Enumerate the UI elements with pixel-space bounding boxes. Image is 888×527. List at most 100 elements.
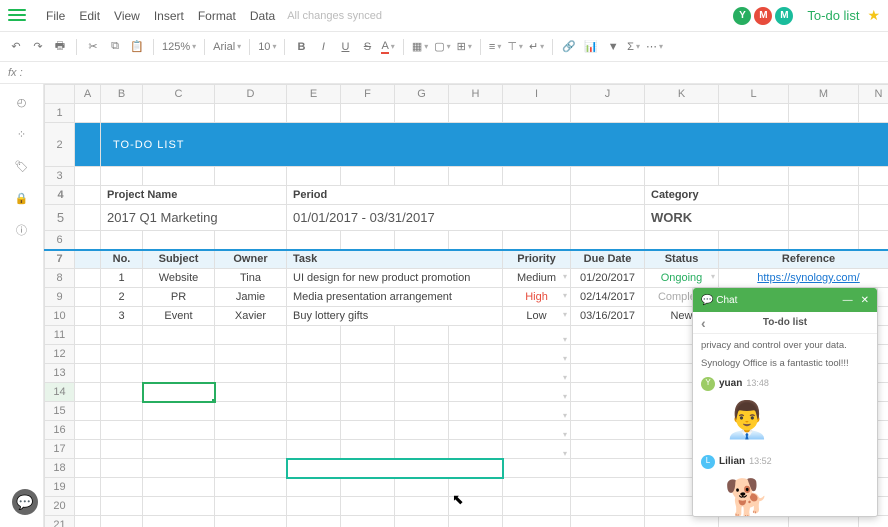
cell[interactable] xyxy=(215,440,287,459)
row-header[interactable]: 14 xyxy=(45,383,75,402)
cell[interactable] xyxy=(75,250,101,269)
cell[interactable] xyxy=(215,104,287,123)
cell[interactable] xyxy=(75,364,101,383)
cell[interactable] xyxy=(859,167,888,186)
cell[interactable]: Tina xyxy=(215,269,287,288)
cell[interactable] xyxy=(75,307,101,326)
cell[interactable] xyxy=(215,364,287,383)
more-icon[interactable]: ⋯▾ xyxy=(646,40,663,53)
cell[interactable]: Project Name xyxy=(101,186,287,205)
cell[interactable] xyxy=(449,383,503,402)
cell[interactable] xyxy=(287,478,341,497)
cell[interactable] xyxy=(503,421,571,440)
cell[interactable]: WORK xyxy=(645,205,789,231)
cell[interactable] xyxy=(503,104,571,123)
user-avatar[interactable]: M xyxy=(775,7,793,25)
user-avatar[interactable]: Y xyxy=(733,7,751,25)
cell[interactable] xyxy=(101,497,143,516)
cell[interactable] xyxy=(75,326,101,345)
merge-icon[interactable]: ⊞▾ xyxy=(457,40,472,53)
cell[interactable]: High xyxy=(503,288,571,307)
cell[interactable] xyxy=(395,421,449,440)
cell[interactable]: Jamie xyxy=(215,288,287,307)
cell[interactable] xyxy=(341,326,395,345)
cell[interactable]: Due Date xyxy=(571,250,645,269)
cell[interactable] xyxy=(859,186,888,205)
cell[interactable] xyxy=(449,345,503,364)
cell[interactable] xyxy=(75,104,101,123)
cell[interactable]: Status xyxy=(645,250,719,269)
row-header[interactable]: 15 xyxy=(45,402,75,421)
column-header[interactable]: G xyxy=(395,85,449,104)
row-header[interactable]: 11 xyxy=(45,326,75,345)
cell[interactable] xyxy=(75,345,101,364)
cell[interactable] xyxy=(101,383,143,402)
cell[interactable] xyxy=(143,478,215,497)
cut-icon[interactable]: ✂ xyxy=(85,39,101,55)
cell[interactable] xyxy=(75,288,101,307)
align-v-icon[interactable]: ⊤▾ xyxy=(507,40,523,53)
cell[interactable] xyxy=(571,440,645,459)
cell[interactable]: Media presentation arrangement xyxy=(287,288,503,307)
column-header[interactable]: K xyxy=(645,85,719,104)
cell[interactable]: Subject xyxy=(143,250,215,269)
cell[interactable] xyxy=(645,231,719,250)
column-header[interactable]: F xyxy=(341,85,395,104)
cell[interactable] xyxy=(645,167,719,186)
cell[interactable]: Low xyxy=(503,307,571,326)
print-icon[interactable]: 🖶 xyxy=(52,39,68,55)
cell[interactable] xyxy=(341,167,395,186)
cell[interactable] xyxy=(571,231,645,250)
cell[interactable] xyxy=(75,402,101,421)
cell[interactable] xyxy=(341,104,395,123)
cell[interactable]: Event xyxy=(143,307,215,326)
cell[interactable] xyxy=(101,421,143,440)
cell[interactable] xyxy=(75,383,101,402)
text-color-icon[interactable]: A▾ xyxy=(381,40,394,54)
cell[interactable] xyxy=(143,104,215,123)
cell[interactable] xyxy=(215,402,287,421)
menu-view[interactable]: View xyxy=(114,9,140,23)
cell[interactable] xyxy=(101,167,143,186)
cell[interactable] xyxy=(449,421,503,440)
menu-data[interactable]: Data xyxy=(250,9,275,23)
cell[interactable] xyxy=(287,326,341,345)
cell[interactable] xyxy=(449,104,503,123)
cell[interactable]: PR xyxy=(143,288,215,307)
menu-edit[interactable]: Edit xyxy=(79,9,100,23)
row-header[interactable]: 20 xyxy=(45,497,75,516)
row-header[interactable]: 9 xyxy=(45,288,75,307)
cell[interactable] xyxy=(215,326,287,345)
paste-icon[interactable]: 📋 xyxy=(129,39,145,55)
cell[interactable] xyxy=(101,104,143,123)
cell[interactable]: TO-DO LIST xyxy=(101,123,888,167)
cell[interactable] xyxy=(449,478,503,497)
cell[interactable]: yuan xyxy=(287,459,503,478)
column-header[interactable]: E xyxy=(287,85,341,104)
cell[interactable] xyxy=(789,104,859,123)
cell[interactable] xyxy=(143,459,215,478)
cell[interactable] xyxy=(341,516,395,527)
user-avatar[interactable]: M xyxy=(754,7,772,25)
cell[interactable] xyxy=(215,345,287,364)
cell[interactable]: 02/14/2017 xyxy=(571,288,645,307)
cell[interactable]: 01/20/2017 xyxy=(571,269,645,288)
cell[interactable] xyxy=(449,402,503,421)
cell[interactable] xyxy=(449,364,503,383)
cell[interactable]: Website xyxy=(143,269,215,288)
cell[interactable]: 1 xyxy=(101,269,143,288)
cell[interactable] xyxy=(75,478,101,497)
cell[interactable] xyxy=(571,205,645,231)
row-header[interactable]: 13 xyxy=(45,364,75,383)
cell[interactable] xyxy=(287,421,341,440)
cell[interactable] xyxy=(571,383,645,402)
menu-format[interactable]: Format xyxy=(198,9,236,23)
cell[interactable] xyxy=(395,364,449,383)
menu-insert[interactable]: Insert xyxy=(154,9,184,23)
row-header[interactable]: 4 xyxy=(45,186,75,205)
cell[interactable] xyxy=(341,440,395,459)
cell[interactable] xyxy=(341,345,395,364)
cell[interactable] xyxy=(395,231,449,250)
cell[interactable] xyxy=(789,186,859,205)
cell[interactable] xyxy=(101,364,143,383)
